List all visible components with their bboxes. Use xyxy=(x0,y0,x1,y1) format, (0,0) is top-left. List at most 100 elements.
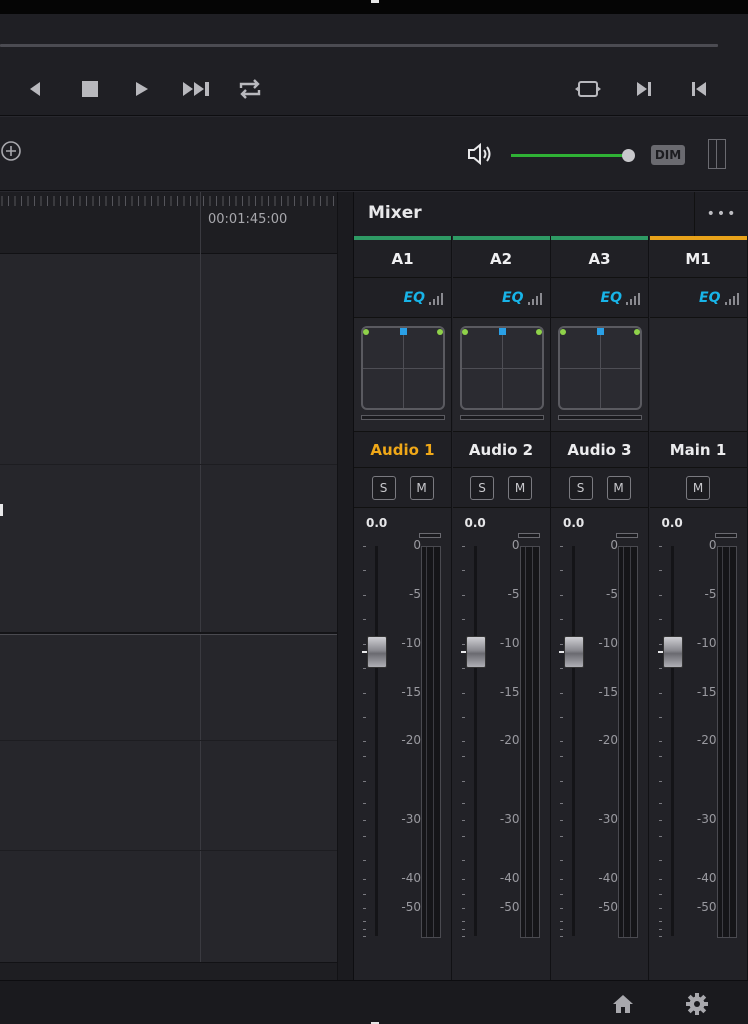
pan-position[interactable] xyxy=(400,328,407,335)
fit-button[interactable] xyxy=(573,74,603,104)
fader-knob[interactable] xyxy=(559,636,584,668)
scale-tick xyxy=(658,619,662,620)
pan-area xyxy=(452,318,550,432)
window-top-bar xyxy=(0,0,748,14)
horizontal-scrollbar[interactable] xyxy=(0,962,338,980)
mixer-options-button[interactable]: ••• xyxy=(694,192,748,236)
settings-button[interactable] xyxy=(683,991,711,1017)
mixer-strip-a1: A1 EQ Audio 1 S M 0.0 0 -5 -10 -15 -20 -… xyxy=(354,236,452,980)
monitor-volume-slider[interactable] xyxy=(511,149,636,162)
eq-label: EQ xyxy=(502,289,524,306)
solo-mute-row: S M xyxy=(452,468,550,508)
fader-scale-label: -30 xyxy=(401,812,421,826)
scale-tick xyxy=(658,741,662,742)
home-button[interactable] xyxy=(609,991,637,1017)
pan-position[interactable] xyxy=(498,328,506,335)
eq-button[interactable]: EQ xyxy=(649,278,747,318)
peak-indicator[interactable] xyxy=(714,533,737,538)
eq-label: EQ xyxy=(403,289,425,306)
scale-tick xyxy=(461,836,465,837)
scale-tick xyxy=(461,595,465,596)
ruler-ticks xyxy=(1,196,334,206)
stop-icon xyxy=(82,81,98,97)
scale-tick xyxy=(560,803,563,804)
peak-indicator[interactable] xyxy=(419,533,441,538)
eq-bars-icon xyxy=(527,291,542,305)
scale-tick xyxy=(461,781,465,782)
eq-button[interactable]: EQ xyxy=(452,278,550,318)
eq-button[interactable]: EQ xyxy=(551,278,648,318)
pan-slider[interactable] xyxy=(459,415,544,420)
mute-button[interactable]: M xyxy=(409,475,434,500)
eq-button[interactable]: EQ xyxy=(354,278,451,318)
gain-value: 0.0 xyxy=(464,516,486,530)
solo-button[interactable]: S xyxy=(371,475,396,500)
vertical-scrollbar[interactable] xyxy=(337,192,353,980)
scale-tick xyxy=(461,820,465,821)
fader-track[interactable] xyxy=(670,546,674,936)
pan-dot xyxy=(437,329,443,335)
prev-clip-button[interactable] xyxy=(684,74,714,104)
pan-slider[interactable] xyxy=(558,415,642,420)
scale-tick xyxy=(363,570,366,571)
scale-tick xyxy=(560,741,563,742)
pan-slider[interactable] xyxy=(361,415,445,420)
fader-track[interactable] xyxy=(375,546,378,936)
add-button[interactable] xyxy=(0,139,24,163)
play-button[interactable] xyxy=(127,74,157,104)
fader-knob[interactable] xyxy=(460,636,486,668)
scale-tick xyxy=(658,717,662,718)
scale-tick xyxy=(461,693,465,694)
mute-button[interactable]: M xyxy=(606,475,631,500)
volume-fill xyxy=(511,154,624,157)
fast-forward-button[interactable] xyxy=(180,74,214,104)
timeline-panel: 00:01:45:00 xyxy=(0,192,353,980)
resize-handle[interactable] xyxy=(371,0,379,3)
fader-track[interactable] xyxy=(572,546,575,936)
fader-scale-label: -40 xyxy=(401,871,421,885)
scale-tick xyxy=(461,717,465,718)
fader-scale-label: -5 xyxy=(606,587,618,601)
fader-track[interactable] xyxy=(473,546,477,936)
gain-value: 0.0 xyxy=(366,516,388,530)
speaker-button[interactable] xyxy=(466,141,496,167)
stop-button[interactable] xyxy=(75,74,105,104)
pan-position[interactable] xyxy=(597,328,604,335)
level-meter xyxy=(519,546,540,938)
solo-button[interactable]: S xyxy=(470,475,494,500)
scale-tick xyxy=(658,860,662,861)
pan-dot xyxy=(461,329,468,335)
dim-button[interactable]: DIM xyxy=(651,145,685,165)
fader-scale-label: -40 xyxy=(696,871,717,885)
peak-indicator[interactable] xyxy=(517,533,540,538)
loop-button[interactable] xyxy=(235,74,265,104)
fader-knob[interactable] xyxy=(657,636,683,668)
scale-tick xyxy=(363,741,366,742)
scale-tick xyxy=(461,546,465,547)
track-divider-highlight xyxy=(0,634,353,635)
fader-scale-label: -30 xyxy=(696,812,717,826)
fader-knob[interactable] xyxy=(362,636,387,668)
timeline-ruler[interactable]: 00:01:45:00 xyxy=(0,192,338,254)
fader-scale-label: -15 xyxy=(696,685,717,699)
solo-button[interactable]: S xyxy=(568,475,593,500)
fader-scale-label: -15 xyxy=(499,685,520,699)
pan-control[interactable] xyxy=(361,326,445,410)
playhead-line xyxy=(200,192,201,962)
fader-scale-label: -20 xyxy=(696,733,717,747)
eq-label: EQ xyxy=(699,289,721,306)
add-circle-icon xyxy=(1,141,21,161)
fader-scale-label: -30 xyxy=(598,812,618,826)
pan-control[interactable] xyxy=(558,326,642,410)
mute-button[interactable]: M xyxy=(508,475,532,500)
mute-button[interactable]: M xyxy=(686,475,710,500)
volume-knob[interactable] xyxy=(622,149,636,162)
mini-meter xyxy=(708,139,726,169)
solo-mute-row: M xyxy=(649,468,747,508)
peak-indicator[interactable] xyxy=(616,533,638,538)
next-clip-button[interactable] xyxy=(629,74,659,104)
pan-control[interactable] xyxy=(459,326,544,410)
fader-scale-label: -10 xyxy=(598,636,618,650)
playhead-scrubber[interactable] xyxy=(0,44,718,47)
previous-frame-button[interactable] xyxy=(20,74,50,104)
